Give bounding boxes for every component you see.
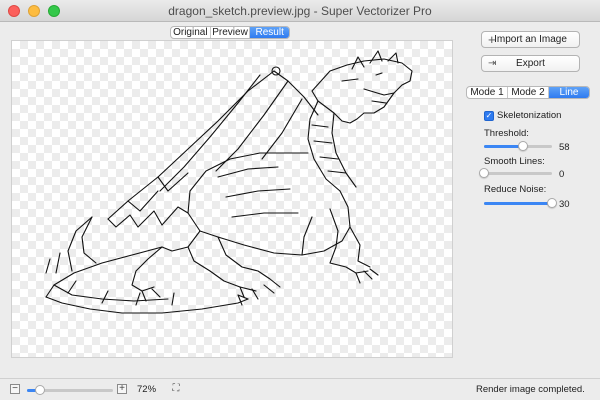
bottom-toolbar: − + 72% ⛶ Render image completed. — [0, 378, 600, 400]
threshold-slider[interactable] — [484, 141, 552, 151]
image-canvas[interactable] — [11, 40, 453, 358]
plus-icon: + — [488, 32, 496, 47]
window-titlebar: dragon_sketch.preview.jpg - Super Vector… — [0, 0, 600, 22]
zoom-slider-knob[interactable] — [34, 385, 45, 395]
tab-mode-2[interactable]: Mode 2 — [507, 87, 548, 98]
tab-preview[interactable]: Preview — [209, 27, 250, 38]
zoom-in-button[interactable]: + — [117, 384, 127, 394]
tab-result[interactable]: Result — [249, 27, 289, 38]
smooth-lines-slider[interactable] — [479, 168, 552, 178]
window-title: dragon_sketch.preview.jpg - Super Vector… — [168, 4, 432, 18]
tab-original[interactable]: Original — [171, 27, 210, 38]
threshold-slider-knob[interactable] — [518, 141, 529, 151]
threshold-value: 58 — [559, 142, 570, 153]
zoom-slider[interactable] — [27, 385, 113, 395]
reduce-noise-value: 30 — [559, 199, 570, 210]
fullscreen-icon[interactable]: ⛶ — [170, 383, 182, 395]
view-mode-tabs: Original Preview Result — [170, 26, 290, 39]
reduce-noise-slider[interactable] — [484, 198, 557, 208]
status-text: Render image completed. — [476, 384, 585, 395]
tab-mode-1[interactable]: Mode 1 — [467, 87, 507, 98]
reduce-noise-slider-knob[interactable] — [547, 198, 557, 208]
skeletonization-checkbox[interactable]: ✓ — [484, 111, 494, 121]
zoom-level: 72% — [137, 384, 157, 395]
import-image-button[interactable]: + Import an Image — [481, 31, 580, 48]
zoom-out-button[interactable]: − — [10, 384, 20, 394]
mode-tabs: Mode 1 Mode 2 Line — [466, 86, 590, 99]
export-icon: ⇥ — [488, 58, 497, 69]
skeletonization-label: Skeletonization — [497, 110, 562, 121]
reduce-noise-label: Reduce Noise: — [484, 184, 547, 195]
smooth-lines-slider-knob[interactable] — [479, 168, 489, 178]
checkmark-icon: ✓ — [485, 111, 493, 120]
threshold-label: Threshold: — [484, 128, 529, 139]
dragon-line-art-image — [45, 50, 413, 314]
export-button[interactable]: ⇥ Export — [481, 55, 580, 72]
tab-line[interactable]: Line — [548, 87, 589, 98]
smooth-lines-value: 0 — [559, 169, 565, 180]
smooth-lines-label: Smooth Lines: — [484, 156, 545, 167]
